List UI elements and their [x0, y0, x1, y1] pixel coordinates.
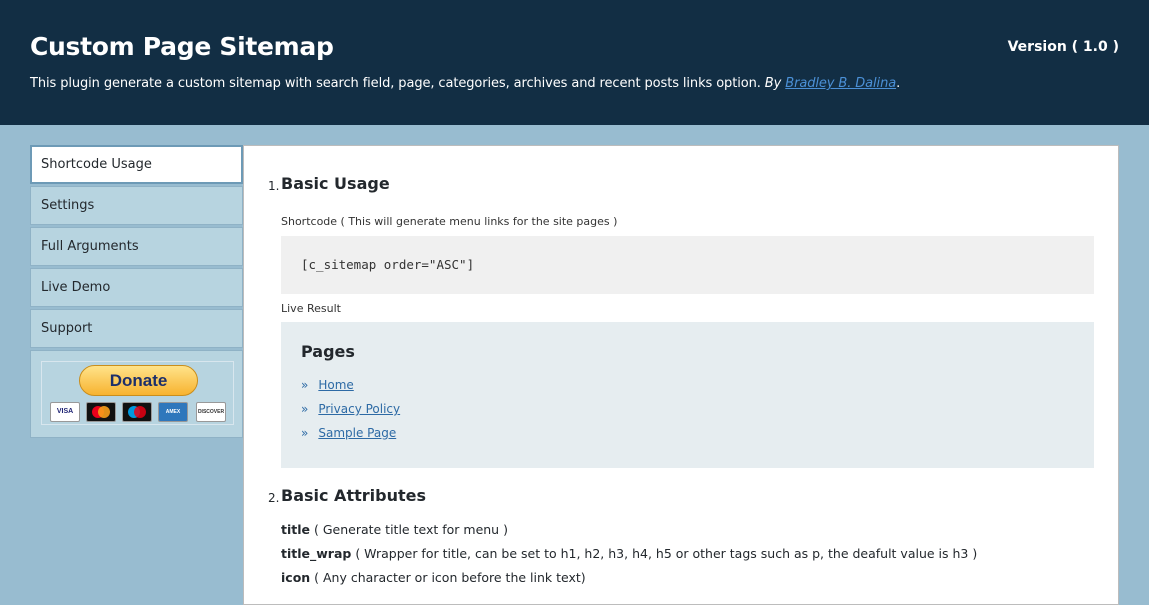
plugin-description: This plugin generate a custom sitemap wi…	[30, 76, 900, 91]
tab-settings[interactable]: Settings	[30, 186, 243, 225]
bullet: »	[301, 378, 309, 392]
by-label: By	[764, 76, 782, 91]
discover-icon: DISCOVER	[196, 402, 226, 422]
description-period: .	[896, 76, 901, 91]
main-content: 1. Basic Usage Shortcode ( This will gen…	[243, 145, 1119, 605]
tab-shortcode-usage[interactable]: Shortcode Usage	[30, 145, 243, 184]
section-number: 2.	[268, 491, 280, 505]
home-link[interactable]: Home	[318, 378, 353, 392]
maestro-icon	[122, 402, 152, 422]
bullet: »	[301, 402, 309, 416]
privacy-policy-link[interactable]: Privacy Policy	[318, 402, 400, 416]
live-result-box: Pages » Home » Privacy Policy » Sample Page	[281, 322, 1094, 468]
attribute-name: title	[281, 522, 310, 537]
sample-page-link[interactable]: Sample Page	[318, 426, 396, 440]
attribute-title-wrap: title_wrap ( Wrapper for title, can be s…	[281, 546, 977, 561]
bullet: »	[301, 426, 309, 440]
list-item: » Sample Page	[301, 426, 396, 440]
section-title-basic-attributes: Basic Attributes	[281, 486, 426, 505]
author-link[interactable]: Bradley B. Dalina	[785, 76, 896, 91]
attribute-desc: ( Wrapper for title, can be set to h1, h…	[351, 546, 978, 561]
shortcode-caption: Shortcode ( This will generate menu link…	[281, 215, 618, 228]
attribute-title: title ( Generate title text for menu )	[281, 522, 508, 537]
pages-heading: Pages	[301, 342, 355, 361]
section-title-basic-usage: Basic Usage	[281, 174, 390, 193]
section-number: 1.	[268, 179, 280, 193]
attribute-name: title_wrap	[281, 546, 352, 561]
tab-full-arguments[interactable]: Full Arguments	[30, 227, 243, 266]
list-item: » Privacy Policy	[301, 402, 400, 416]
code-block: [c_sitemap order="ASC"]	[281, 236, 1094, 294]
amex-icon: AMEX	[158, 402, 188, 422]
donate-panel: Donate VISA AMEX DISCOVER	[30, 350, 243, 438]
version-label: Version ( 1.0 )	[1007, 39, 1119, 55]
payment-cards: VISA AMEX DISCOVER	[50, 402, 226, 422]
tab-live-demo[interactable]: Live Demo	[30, 268, 243, 307]
tab-support[interactable]: Support	[30, 309, 243, 348]
attribute-desc: ( Generate title text for menu )	[310, 522, 508, 537]
visa-icon: VISA	[50, 402, 80, 422]
shortcode-text: [c_sitemap order="ASC"]	[301, 257, 475, 272]
mastercard-icon	[86, 402, 116, 422]
page-title: Custom Page Sitemap	[30, 32, 334, 61]
live-result-label: Live Result	[281, 302, 341, 315]
donate-button[interactable]: Donate	[79, 365, 198, 396]
description-text: This plugin generate a custom sitemap wi…	[30, 76, 761, 91]
plugin-header: Custom Page Sitemap Version ( 1.0 ) This…	[0, 0, 1149, 125]
paypal-donate-widget[interactable]: Donate VISA AMEX DISCOVER	[41, 361, 234, 425]
sidebar-nav: Shortcode Usage Settings Full Arguments …	[30, 145, 243, 438]
list-item: » Home	[301, 378, 354, 392]
